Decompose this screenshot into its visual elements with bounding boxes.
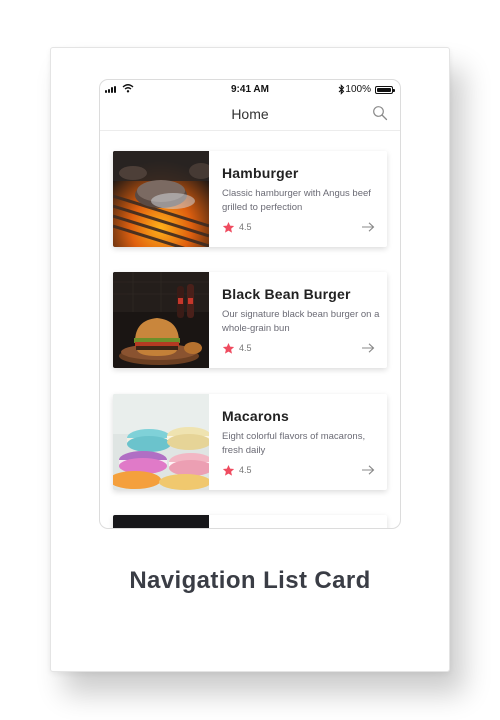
dark-food-image xyxy=(113,515,209,528)
rating-value: 4.5 xyxy=(239,465,252,475)
search-icon[interactable] xyxy=(372,105,388,121)
list-item-macarons[interactable]: Macarons Eight colorful flavors of macar… xyxy=(113,394,387,490)
battery-percentage: 100% xyxy=(345,84,371,95)
item-description: Our signature black bean burger on a who… xyxy=(222,309,380,334)
grilled-patty-image xyxy=(113,151,209,247)
battery-icon xyxy=(375,86,395,94)
star-icon xyxy=(222,342,235,354)
macarons-image xyxy=(113,394,209,490)
food-list: Hamburger Classic hamburger with Angus b… xyxy=(100,131,400,528)
rating-value: 4.5 xyxy=(239,222,252,232)
arrow-right-icon[interactable] xyxy=(361,221,375,233)
list-item-partial[interactable] xyxy=(113,515,387,528)
status-bar: 9:41 AM 100% xyxy=(100,80,400,100)
arrow-right-icon[interactable] xyxy=(361,342,375,354)
caption-title: Navigation List Card xyxy=(129,567,371,594)
arrow-right-icon[interactable] xyxy=(361,464,375,476)
rating-value: 4.5 xyxy=(239,343,252,353)
list-item-black-bean-burger[interactable]: Black Bean Burger Our signature black be… xyxy=(113,272,387,368)
burger-on-board-image xyxy=(113,272,209,368)
item-title: Hamburger xyxy=(222,165,299,181)
phone-screen: 9:41 AM 100% Home Hamburger Classic hamb… xyxy=(99,79,401,529)
star-icon xyxy=(222,221,235,233)
star-icon xyxy=(222,464,235,476)
item-title: Black Bean Burger xyxy=(222,286,351,302)
item-title: Macarons xyxy=(222,408,289,424)
page-title: Home xyxy=(231,106,269,122)
item-description: Eight colorful flavors of macarons, fres… xyxy=(222,431,366,456)
bluetooth-icon xyxy=(338,84,345,95)
navigation-bar: Home xyxy=(100,100,400,131)
item-description: Classic hamburger with Angus beef grille… xyxy=(222,188,371,213)
list-item-hamburger[interactable]: Hamburger Classic hamburger with Angus b… xyxy=(113,151,387,247)
